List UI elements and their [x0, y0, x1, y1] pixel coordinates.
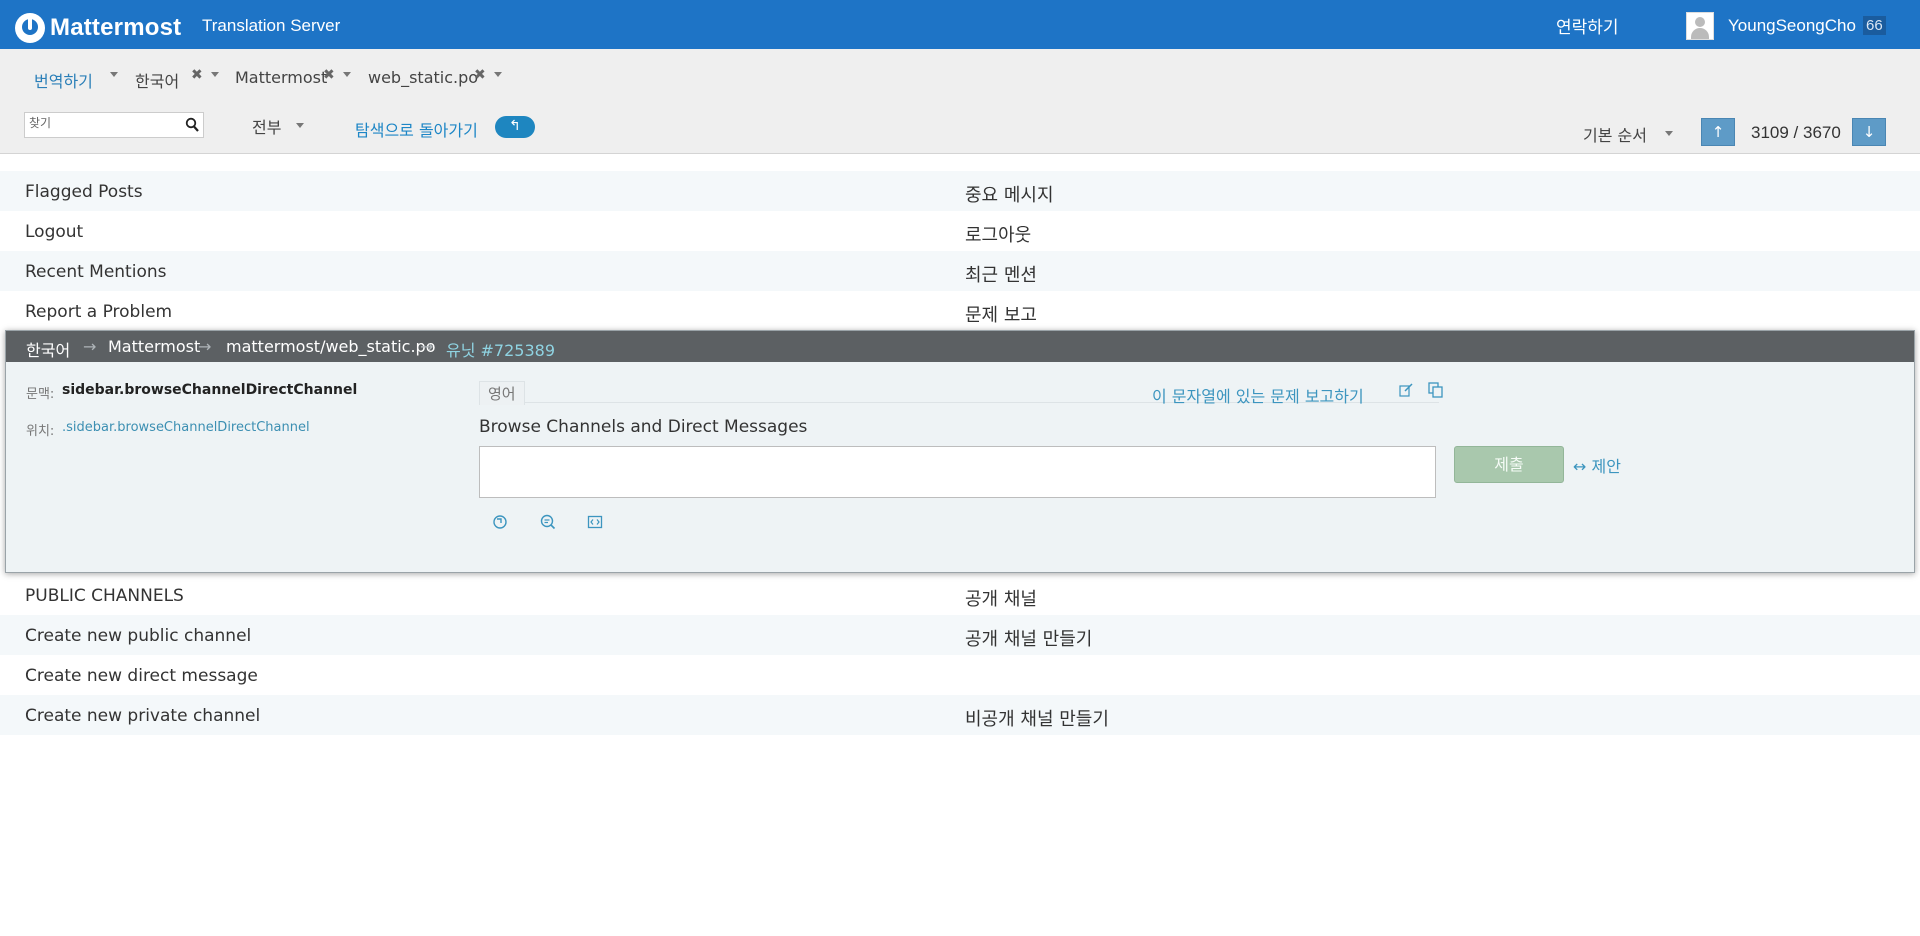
- path-project[interactable]: Mattermost: [108, 337, 200, 356]
- target-string: 비공개 채널 만들기: [965, 709, 1109, 730]
- mattermost-logo-icon: [15, 13, 45, 43]
- back-to-browse-link[interactable]: 탐색으로 돌아가기: [355, 117, 478, 141]
- target-string: 로그아웃: [965, 225, 1032, 246]
- copy-icon[interactable]: [1428, 382, 1444, 398]
- copy-source-icon[interactable]: [492, 514, 508, 530]
- special-characters-icon[interactable]: [587, 514, 603, 530]
- translation-row[interactable]: Recent Mentions 최근 멘션: [0, 251, 1920, 291]
- translation-row[interactable]: Create new direct message: [0, 655, 1920, 695]
- contact-link[interactable]: 연락하기: [1556, 13, 1619, 38]
- chevron-down-icon[interactable]: [296, 123, 304, 128]
- top-bar: Mattermost Translation Server 연락하기 Young…: [0, 0, 1920, 49]
- sort-order-dropdown[interactable]: 기본 순서: [1583, 122, 1647, 146]
- close-icon[interactable]: ✖: [323, 67, 335, 83]
- search-box: [24, 112, 204, 138]
- logo[interactable]: Mattermost: [15, 13, 181, 43]
- chevron-down-icon[interactable]: [211, 72, 219, 77]
- close-icon[interactable]: ✖: [474, 67, 486, 83]
- arrow-icon: →: [198, 337, 212, 356]
- breadcrumb-project[interactable]: Mattermost: [235, 68, 327, 87]
- report-problem-link[interactable]: 이 문자열에 있는 문제 보고하기: [1152, 383, 1364, 407]
- source-string: Create new direct message: [25, 666, 258, 686]
- breadcrumb-language[interactable]: 한국어: [135, 68, 179, 92]
- close-icon[interactable]: ✖: [191, 67, 203, 83]
- context-label: 문맥:: [26, 387, 55, 402]
- chevron-down-icon[interactable]: [343, 72, 351, 77]
- arrow-icon: →: [83, 337, 97, 356]
- source-string: Logout: [25, 222, 84, 242]
- username-link[interactable]: YoungSeongCho: [1728, 16, 1856, 36]
- translation-row[interactable]: Flagged Posts 중요 메시지: [0, 171, 1920, 211]
- search-icon[interactable]: [185, 117, 199, 133]
- source-language-bar: 영어 이 문자열에 있는 문제 보고하기: [479, 381, 1443, 406]
- source-string: Create new public channel: [25, 626, 252, 646]
- target-string: 문제 보고: [965, 305, 1037, 326]
- user-count-badge: 66: [1863, 16, 1886, 35]
- breadcrumb-translate[interactable]: 번역하기: [34, 68, 93, 92]
- translation-row[interactable]: Create new private channel 비공개 채널 만들기: [0, 695, 1920, 735]
- target-string: 공개 채널 만들기: [965, 629, 1093, 650]
- unit-path-breadcrumb: 한국어 → Mattermost → mattermost/web_static…: [6, 331, 1914, 362]
- unit-position-counter: 3109 / 3670: [1751, 123, 1841, 142]
- translation-input[interactable]: [479, 446, 1436, 498]
- translation-row[interactable]: Create new public channel 공개 채널 만들기: [0, 615, 1920, 655]
- context-value: sidebar.browseChannelDirectChannel: [62, 382, 358, 398]
- source-language-tab[interactable]: 영어: [479, 381, 525, 405]
- target-string: 최근 멘션: [965, 265, 1037, 286]
- previous-unit-button[interactable]: ↑: [1701, 118, 1735, 146]
- chevron-down-icon[interactable]: [494, 72, 502, 77]
- translation-editor: 한국어 → Mattermost → mattermost/web_static…: [5, 330, 1915, 573]
- chevron-down-icon[interactable]: [110, 72, 118, 77]
- back-arrow-icon[interactable]: ↰: [495, 116, 535, 138]
- translation-row[interactable]: Report a Problem 문제 보고: [0, 291, 1920, 331]
- suggest-link[interactable]: ↔ 제안: [1573, 453, 1621, 477]
- path-unit[interactable]: 유닛 #725389: [446, 337, 555, 361]
- target-string: 공개 채널: [965, 589, 1037, 610]
- source-string: Report a Problem: [25, 302, 173, 322]
- source-string: Flagged Posts: [25, 182, 143, 202]
- breadcrumb-file[interactable]: web_static.po: [368, 68, 478, 87]
- search-input[interactable]: [29, 116, 179, 130]
- translation-row[interactable]: Logout 로그아웃: [0, 211, 1920, 251]
- source-string: Create new private channel: [25, 706, 261, 726]
- submit-button[interactable]: 제출: [1454, 446, 1564, 483]
- logo-text: Mattermost: [50, 14, 182, 41]
- site-subtitle: Translation Server: [202, 16, 341, 35]
- user-avatar-icon[interactable]: [1686, 12, 1714, 40]
- path-file[interactable]: mattermost/web_static.po: [226, 337, 436, 356]
- navigation-toolbar: 번역하기 한국어 ✖ Mattermost ✖ web_static.po ✖ …: [0, 49, 1920, 154]
- edit-icon[interactable]: [1399, 383, 1413, 397]
- source-string: Recent Mentions: [25, 262, 167, 282]
- location-link[interactable]: .sidebar.browseChannelDirectChannel: [62, 420, 310, 435]
- arrow-icon: →: [420, 337, 434, 356]
- source-text: Browse Channels and Direct Messages: [479, 417, 808, 437]
- machine-translate-icon[interactable]: [540, 514, 556, 530]
- target-string: 중요 메시지: [965, 185, 1054, 206]
- location-label: 위치:: [26, 424, 55, 439]
- chevron-down-icon[interactable]: [1665, 131, 1673, 136]
- filter-dropdown[interactable]: 전부: [252, 114, 281, 138]
- translation-row[interactable]: PUBLIC CHANNELS 공개 채널: [0, 575, 1920, 615]
- path-language[interactable]: 한국어: [26, 337, 70, 361]
- next-unit-button[interactable]: ↓: [1852, 118, 1886, 146]
- source-string: PUBLIC CHANNELS: [25, 586, 184, 606]
